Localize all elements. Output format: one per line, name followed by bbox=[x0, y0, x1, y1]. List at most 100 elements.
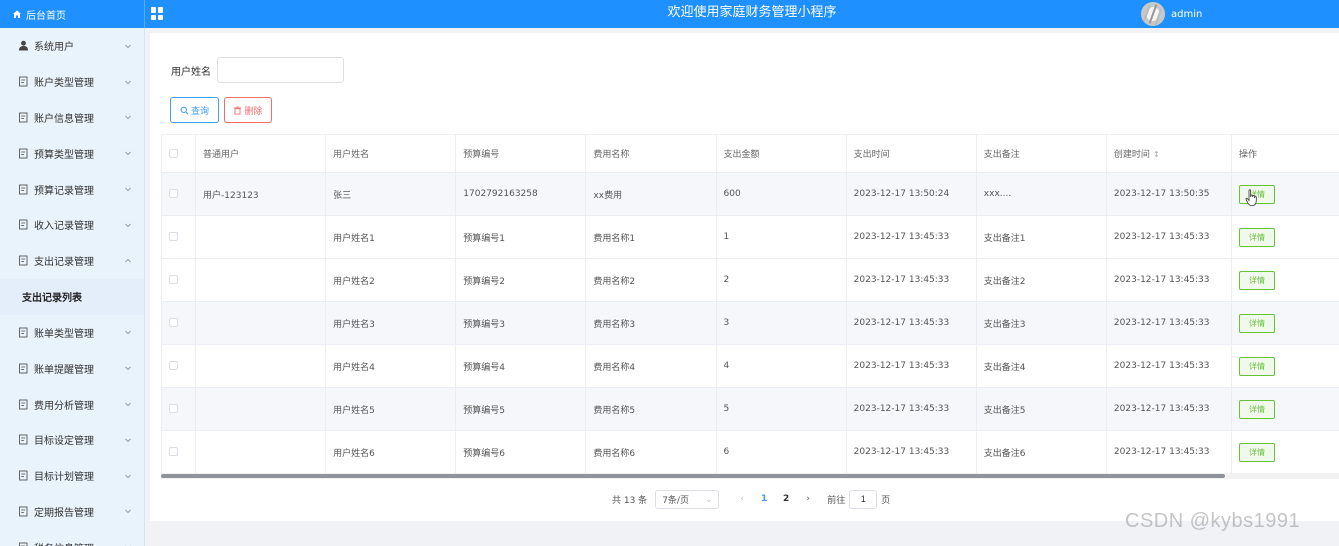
table-cell bbox=[195, 387, 327, 431]
sidebar-item-label: 税务信息管理 bbox=[34, 540, 124, 546]
detail-button[interactable]: 详情 bbox=[1238, 270, 1275, 290]
search-icon bbox=[180, 106, 189, 115]
table-cell: 费用名称3 bbox=[585, 301, 717, 345]
prev-page-icon[interactable]: ‹ bbox=[731, 494, 753, 504]
chevron-down-icon bbox=[124, 328, 132, 336]
column-header-label: 预算编号 bbox=[463, 150, 500, 160]
table-cell bbox=[195, 301, 327, 345]
table-cell: 预算编号6 bbox=[455, 430, 587, 474]
sort-icon[interactable]: ↕ bbox=[1153, 150, 1160, 159]
document-icon bbox=[18, 327, 29, 338]
delete-button[interactable]: 删除 bbox=[224, 97, 272, 123]
page-1[interactable]: 1 bbox=[753, 494, 775, 504]
goto-label: 前往 bbox=[827, 495, 846, 506]
table-row: 用户姓名2 预算编号2 费用名称2 2 2023-12-17 13:45:33 支出备注2… bbox=[162, 258, 1339, 302]
sidebar-item-4[interactable]: 预算类型管理 bbox=[0, 135, 144, 171]
column-header-label: 用户姓名 bbox=[333, 150, 370, 160]
sidebar-item-10[interactable]: 费用分析管理 bbox=[0, 386, 144, 422]
table-row: 用户姓名6 预算编号6 费用名称6 6 2023-12-17 13:45:33 支出备注6… bbox=[162, 430, 1339, 474]
row-checkbox[interactable] bbox=[169, 361, 178, 370]
sidebar-item-6[interactable]: 收入记录管理 bbox=[0, 207, 144, 243]
table-cell: 预算编号5 bbox=[455, 387, 587, 431]
sidebar-item-label: 账单提醒管理 bbox=[34, 364, 94, 376]
sidebar-item-9[interactable]: 账单提醒管理 bbox=[0, 350, 144, 386]
detail-button[interactable]: 详情 bbox=[1238, 356, 1275, 376]
table-cell: 2023-12-17 13:45:33 bbox=[846, 301, 977, 345]
table-cell: 支出备注6 bbox=[976, 430, 1107, 474]
search-button[interactable]: 查询 bbox=[170, 97, 219, 123]
sidebar-item-1[interactable]: 系统用户 bbox=[0, 28, 144, 64]
table-cell: 用户姓名3 bbox=[325, 301, 457, 345]
column-header[interactable]: 创建时间 ↕ bbox=[1106, 134, 1232, 173]
table-cell: 2023-12-17 13:45:33 bbox=[846, 387, 977, 431]
sidebar-item-7[interactable]: 支出记录管理 bbox=[0, 243, 144, 279]
document-icon bbox=[18, 399, 29, 410]
horizontal-scrollbar[interactable] bbox=[161, 473, 1339, 479]
sidebar-item-label: 定期报告管理 bbox=[34, 507, 94, 519]
table-cell: 用户姓名1 bbox=[325, 215, 457, 259]
detail-button[interactable]: 详情 bbox=[1238, 184, 1275, 204]
detail-button[interactable]: 详情 bbox=[1238, 399, 1275, 419]
document-icon bbox=[18, 470, 29, 481]
table-cell bbox=[195, 258, 327, 302]
username-search-input[interactable] bbox=[217, 57, 344, 83]
user-menu[interactable]: admin bbox=[1141, 1, 1202, 27]
home-link[interactable]: 后台首页 bbox=[0, 0, 145, 28]
action-cell: 详情 bbox=[1231, 387, 1339, 431]
sidebar-item-label: 账户类型管理 bbox=[34, 78, 94, 90]
page-2[interactable]: 2 bbox=[775, 494, 797, 504]
table-cell: 2023-12-17 13:45:33 bbox=[1106, 430, 1232, 474]
table-cell: 2 bbox=[716, 258, 847, 302]
row-checkbox[interactable] bbox=[169, 189, 178, 198]
document-icon bbox=[18, 184, 29, 195]
page-size-select[interactable]: 7条/页 ⌄ bbox=[655, 489, 720, 509]
sidebar-item-label: 目标设定管理 bbox=[34, 436, 94, 448]
row-checkbox[interactable] bbox=[169, 275, 178, 284]
avatar bbox=[1141, 2, 1165, 26]
column-header-label: 支出金额 bbox=[723, 150, 760, 160]
chevron-down-icon bbox=[124, 364, 132, 372]
row-checkbox[interactable] bbox=[169, 232, 178, 241]
table-cell: 2023-12-17 13:45:33 bbox=[846, 430, 977, 474]
scrollbar-thumb[interactable] bbox=[161, 474, 1225, 478]
goto-page-input[interactable] bbox=[849, 489, 878, 509]
home-link-label: 后台首页 bbox=[26, 10, 66, 22]
detail-button[interactable]: 详情 bbox=[1238, 313, 1275, 333]
sidebar-item-8[interactable]: 账单类型管理 bbox=[0, 315, 144, 351]
table-cell: 用户姓名6 bbox=[325, 430, 457, 474]
table-cell: 支出备注5 bbox=[976, 387, 1107, 431]
menu-grid-icon[interactable] bbox=[151, 7, 164, 20]
sidebar-item-3[interactable]: 账户信息管理 bbox=[0, 100, 144, 136]
detail-button[interactable]: 详情 bbox=[1238, 442, 1275, 462]
sidebar-item-12[interactable]: 目标计划管理 bbox=[0, 458, 144, 494]
action-cell: 详情 bbox=[1231, 172, 1339, 216]
table-cell: 5 bbox=[716, 387, 847, 431]
table-cell: xx费用 bbox=[585, 172, 717, 216]
sidebar-item-label: 费用分析管理 bbox=[34, 400, 94, 412]
sidebar-item-2[interactable]: 账户类型管理 bbox=[0, 64, 144, 100]
row-checkbox[interactable] bbox=[169, 404, 178, 413]
table-row: 用户姓名3 预算编号3 费用名称3 3 2023-12-17 13:45:33 支出备注3… bbox=[162, 301, 1339, 345]
next-page-icon[interactable]: › bbox=[797, 494, 819, 504]
detail-button[interactable]: 详情 bbox=[1238, 227, 1275, 247]
table-row: 用户姓名1 预算编号1 费用名称1 1 2023-12-17 13:45:33 支出备注1… bbox=[162, 215, 1339, 259]
table-cell: 2023-12-17 13:45:33 bbox=[1106, 387, 1232, 431]
table-cell: 用户姓名2 bbox=[325, 258, 457, 302]
document-icon bbox=[18, 506, 29, 517]
select-all-checkbox[interactable] bbox=[169, 148, 178, 158]
sidebar-item-5[interactable]: 预算记录管理 bbox=[0, 171, 144, 207]
row-checkbox[interactable] bbox=[169, 447, 178, 456]
sidebar-item-11[interactable]: 目标设定管理 bbox=[0, 422, 144, 458]
column-header-label: 普通用户 bbox=[203, 150, 240, 160]
action-cell: 详情 bbox=[1231, 344, 1339, 388]
table-cell: 1702792163258 bbox=[455, 172, 587, 216]
table-header-row: 普通用户 用户姓名 预算编号 费用名称 支出金额 支出时间 支出备注 创建时间 ↕ 操作 bbox=[162, 134, 1339, 173]
sidebar-subitem-expense-list[interactable]: 支出记录列表 bbox=[0, 278, 144, 315]
sidebar-item-14[interactable]: 税务信息管理 bbox=[0, 529, 144, 546]
chevron-up-icon bbox=[124, 257, 132, 265]
sidebar-item-label: 系统用户 bbox=[34, 42, 74, 54]
table-cell: 支出备注3 bbox=[976, 301, 1107, 345]
row-checkbox[interactable] bbox=[169, 318, 178, 327]
sidebar-item-13[interactable]: 定期报告管理 bbox=[0, 494, 144, 530]
table-cell: 2023-12-17 13:45:33 bbox=[846, 258, 977, 302]
